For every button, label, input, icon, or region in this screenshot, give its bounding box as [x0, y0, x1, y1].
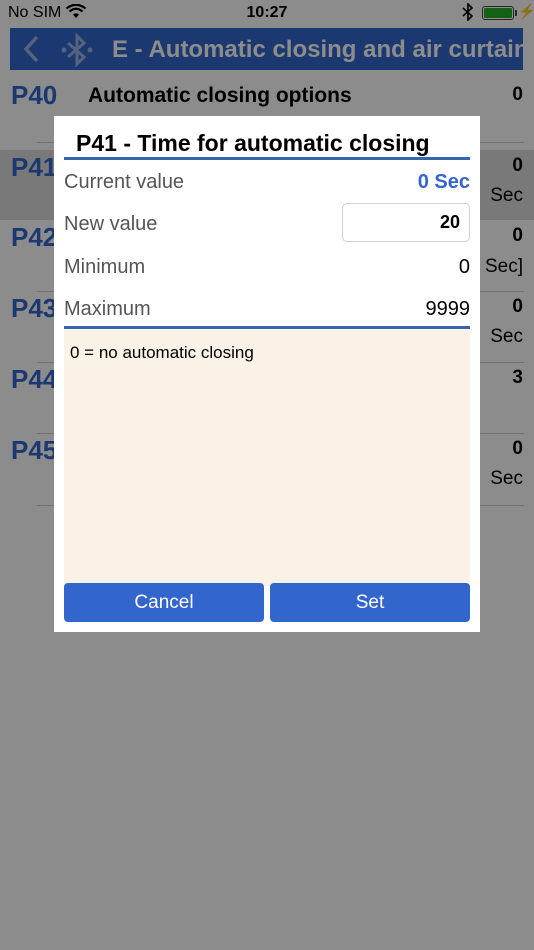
description-text: 0 = no automatic closing — [70, 343, 254, 362]
title-underline — [64, 157, 470, 160]
minimum-label: Minimum — [64, 256, 146, 278]
current-value-label: Current value — [64, 171, 185, 193]
new-value-label: New value — [64, 213, 158, 235]
maximum-value: 9999 — [425, 298, 471, 320]
maximum-label: Maximum — [64, 298, 151, 320]
description-box: 0 = no automatic closing — [64, 330, 470, 586]
set-button[interactable]: Set — [270, 583, 470, 622]
minimum-value: 0 — [458, 256, 470, 278]
cancel-button[interactable]: Cancel — [64, 583, 264, 622]
edit-param-dialog: P41 - Time for automatic closing Current… — [54, 116, 480, 632]
current-value: 0 Sec — [417, 171, 470, 193]
dialog-title: P41 - Time for automatic closing — [76, 130, 430, 156]
new-value-input[interactable] — [342, 203, 470, 242]
description-divider — [64, 326, 470, 329]
